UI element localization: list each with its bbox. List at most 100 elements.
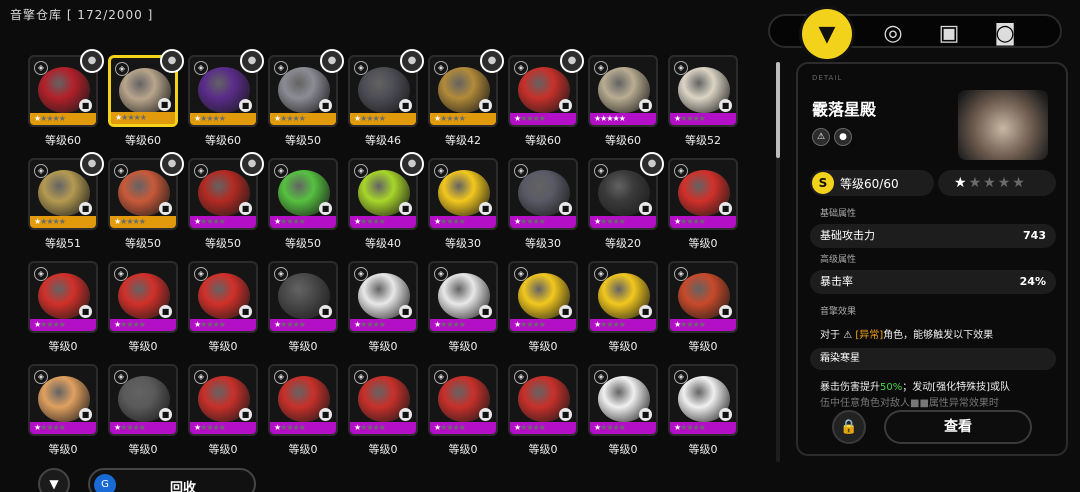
specialty-icon: ◈	[674, 267, 688, 281]
card-frame: ◈ ★★★★★ ■	[108, 364, 178, 436]
star-rating: ★★★★★	[115, 112, 147, 124]
equipped-agent-avatar: ●	[80, 49, 104, 73]
w-engine-card[interactable]: ◈ ★★★★★ ■ 等级0	[668, 158, 738, 250]
star-icon: ★	[298, 114, 306, 123]
star-rating: ★★★★★	[34, 319, 66, 331]
w-engine-card[interactable]: ◈ ★★★★★ ■ 等级0	[508, 364, 578, 456]
w-engine-card[interactable]: ◈ ★★★★★ ■ ● 等级40	[348, 152, 424, 250]
specialty-icon: ◈	[274, 370, 288, 384]
item-grid: ◈ ★★★★★ ■ ● 等级60 ◈ ★★★★★ ■ ● 等级60 ◈ ★★★★★ ■ ● 等级60 ◈ ★★★…	[28, 49, 752, 465]
card-frame: ◈ ★★★★★ ■	[108, 261, 178, 333]
equipped-agent-avatar: ●	[480, 49, 504, 73]
materials-tab[interactable]: ▣	[928, 12, 970, 54]
w-engine-card[interactable]: ◈ ★★★★★ ■ 等级50	[268, 158, 338, 250]
w-engine-card[interactable]: ◈ ★★★★★ ■ 等级30	[508, 158, 578, 250]
w-engine-card[interactable]: ◈ ★★★★★ ■ 等级0	[268, 261, 338, 353]
star-icon: ★	[983, 175, 998, 191]
specialty-icon: ◈	[594, 267, 608, 281]
equipped-agent-avatar: ●	[400, 49, 424, 73]
w-engine-card[interactable]: ◈ ★★★★★ ■ ● 等级50	[268, 49, 344, 147]
drive-disc-tab[interactable]: ◎	[872, 12, 914, 54]
w-engine-card[interactable]: ◈ ★★★★★ ■ ● 等级60	[188, 49, 264, 147]
w-engine-card[interactable]: ◈ ★★★★★ ■ 等级0	[348, 261, 418, 353]
effect-desc-1c: ；发动[强化特殊技]或队	[902, 382, 1011, 393]
lock-icon: ■	[239, 305, 252, 318]
card-frame: ◈ ★★★★★ ■	[508, 261, 578, 333]
specialty-icon: ◈	[594, 164, 608, 178]
w-engine-card[interactable]: ◈ ★★★★★ ■ ● 等级60	[28, 49, 104, 147]
box-icon: ▣	[938, 20, 960, 46]
lock-icon: ■	[79, 305, 92, 318]
w-engine-card[interactable]: ◈ ★★★★★ ■ ● 等级60	[508, 49, 584, 147]
star-icon: ★	[698, 320, 706, 329]
detail-panel: DETAIL 霰落星殿 ⚠ ● S 等级60/60 ★★★★★ 基础属性 基础攻击…	[796, 62, 1068, 456]
specialty-icon: ◈	[514, 267, 528, 281]
w-engine-card[interactable]: ◈ ★★★★★ ■ 等级60	[588, 55, 658, 147]
w-engine-card[interactable]: ◈ ★★★★★ ■ ● 等级60	[108, 49, 184, 147]
specialty-icon: ◈	[514, 164, 528, 178]
w-engine-card[interactable]: ◈ ★★★★★ ■ ● 等级50	[108, 152, 184, 250]
card-level: 等级50	[285, 134, 321, 147]
lock-icon: ■	[559, 99, 572, 112]
safe-icon: ◙	[994, 20, 1016, 46]
w-engine-card[interactable]: ◈ ★★★★★ ■ 等级0	[428, 261, 498, 353]
w-engine-card[interactable]: ◈ ★★★★★ ■ 等级0	[508, 261, 578, 353]
w-engine-card[interactable]: ◈ ★★★★★ ■ 等级0	[188, 261, 258, 353]
equipped-agent-avatar: ●	[240, 49, 264, 73]
w-engine-card[interactable]: ◈ ★★★★★ ■ 等级0	[28, 364, 98, 456]
item-artwork	[958, 90, 1048, 160]
grid-scroll-thumb[interactable]	[776, 62, 780, 158]
item-name: 霰落星殿	[812, 100, 877, 119]
card-level: 等级50	[285, 237, 321, 250]
w-engine-card[interactable]: ◈ ★★★★★ ■ 等级0	[588, 364, 658, 456]
w-engine-card[interactable]: ◈ ★★★★★ ■ ● 等级20	[588, 152, 664, 250]
star-rating: ★★★★★	[594, 216, 626, 228]
star-icon: ★	[58, 217, 66, 226]
star-rating: ★★★★★	[594, 319, 626, 331]
view-button[interactable]: 查看	[884, 410, 1032, 444]
star-icon: ★	[58, 320, 66, 329]
lock-button[interactable]: 🔒	[832, 410, 866, 444]
w-engine-card[interactable]: ◈ ★★★★★ ■ 等级30	[428, 158, 498, 250]
star-rating: ★★★★★	[434, 422, 466, 434]
adv-stat-row: 暴击率 24%	[810, 270, 1056, 294]
w-engine-card[interactable]: ◈ ★★★★★ ■ 等级0	[668, 261, 738, 353]
star-rating: ★★★★★	[594, 422, 626, 434]
lock-icon: ■	[719, 99, 732, 112]
bangboo-tab[interactable]: ◙	[984, 12, 1026, 54]
w-engine-card[interactable]: ◈ ★★★★★ ■ 等级0	[588, 261, 658, 353]
w-engine-card[interactable]: ◈ ★★★★★ ■ 等级0	[28, 261, 98, 353]
w-engine-card[interactable]: ◈ ★★★★★ ■ 等级0	[108, 261, 178, 353]
star-icon: ★	[458, 320, 466, 329]
specialty-icon: ◈	[354, 164, 368, 178]
w-engine-card[interactable]: ◈ ★★★★★ ■ 等级0	[188, 364, 258, 456]
lock-icon: ■	[399, 305, 412, 318]
specialty-icon: ◈	[274, 61, 288, 75]
specialty-icon: ◈	[674, 164, 688, 178]
w-engine-card[interactable]: ◈ ★★★★★ ■ 等级0	[348, 364, 418, 456]
base-stat-section: 基础属性	[820, 209, 857, 219]
card-frame: ◈ ★★★★★ ■	[428, 364, 498, 436]
effect-desc-1a: 暴击伤害提升	[820, 382, 880, 393]
filter-button[interactable]: ▼	[38, 468, 70, 492]
w-engine-card[interactable]: ◈ ★★★★★ ■ ● 等级51	[28, 152, 104, 250]
recycle-button[interactable]: G 回收	[88, 468, 256, 492]
w-engine-card[interactable]: ◈ ★★★★★ ■ ● 等级42	[428, 49, 504, 147]
base-stat-name: 基础攻击力	[820, 229, 875, 242]
w-engine-card[interactable]: ◈ ★★★★★ ■ 等级0	[428, 364, 498, 456]
card-level: 等级0	[368, 340, 398, 353]
star-icon: ★	[58, 423, 66, 432]
card-level: 等级0	[448, 443, 478, 456]
w-engine-card[interactable]: ◈ ★★★★★ ■ 等级0	[268, 364, 338, 456]
card-level: 等级0	[128, 340, 158, 353]
w-engine-card[interactable]: ◈ ★★★★★ ■ ● 等级50	[188, 152, 264, 250]
character-avatar-icon: ●	[834, 128, 852, 146]
star-rating: ★★★★★	[674, 216, 706, 228]
w-engine-card[interactable]: ◈ ★★★★★ ■ 等级52	[668, 55, 738, 147]
star-rating: ★★★★★	[354, 113, 386, 125]
w-engine-tab[interactable]: ▼	[802, 9, 852, 59]
star-icon: ★	[458, 114, 466, 123]
w-engine-card[interactable]: ◈ ★★★★★ ■ 等级0	[668, 364, 738, 456]
w-engine-card[interactable]: ◈ ★★★★★ ■ ● 等级46	[348, 49, 424, 147]
w-engine-card[interactable]: ◈ ★★★★★ ■ 等级0	[108, 364, 178, 456]
